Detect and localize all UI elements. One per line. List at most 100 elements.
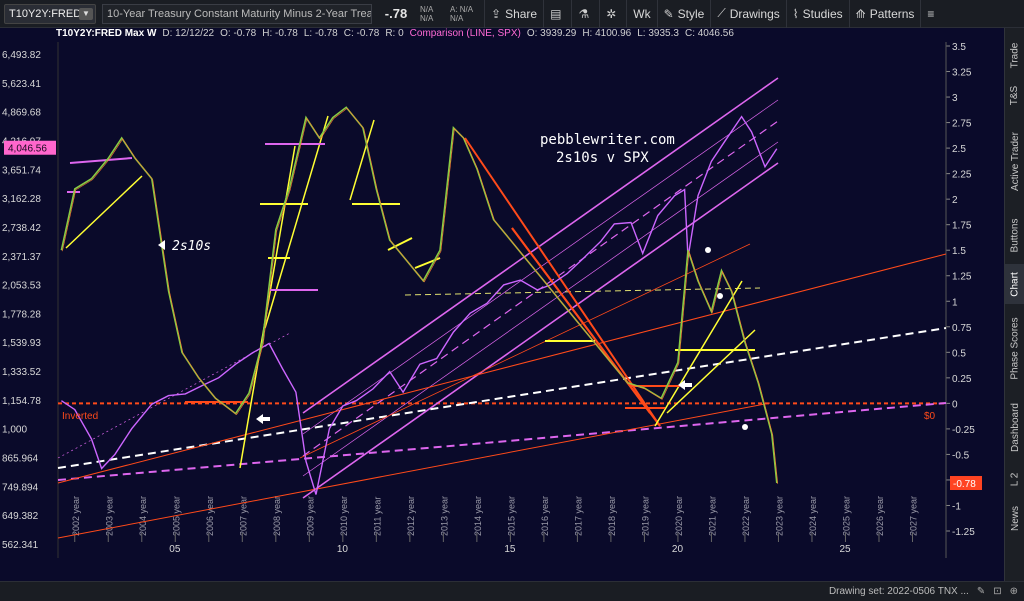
drawings-button[interactable]: ⟋ Drawings [710, 0, 785, 28]
right-axis-tick-label: -0.25 [952, 425, 975, 436]
left-axis-tick-label: 1,154.78 [2, 396, 41, 407]
x-year-label: 2006 year [205, 496, 215, 536]
right-axis-tick-label: 2.75 [952, 119, 972, 130]
right-axis-tick-label: 1.25 [952, 272, 972, 283]
inverted-label: Inverted [62, 411, 98, 422]
x-year-label: 2024 year [808, 496, 818, 536]
sidebar-tab-chart[interactable]: Chart [1005, 264, 1024, 304]
x-year-label: 2018 year [607, 496, 617, 536]
bid-sub: N/A [420, 13, 434, 23]
x-year-label: 2017 year [573, 496, 583, 536]
right-axis-tick-label: 2 [952, 195, 958, 206]
patterns-button[interactable]: ⟰ Patterns [848, 0, 921, 28]
info-date: D: 12/12/22 [162, 28, 215, 39]
last-price: -.78 [384, 6, 408, 21]
ask-sub: N/A [450, 13, 464, 23]
right-axis-tick-label: 3.5 [952, 42, 966, 53]
x-year-label: 2015 year [506, 496, 516, 536]
sidebar-tab-dashboard[interactable]: Dashboard [1005, 394, 1024, 460]
right-axis-tick-label: 3.25 [952, 68, 972, 79]
more-button[interactable]: ≡ [920, 0, 944, 28]
x-year-label: 2025 year [841, 496, 851, 536]
sidebar-tab-l2[interactable]: L 2 [1005, 464, 1024, 494]
comparison-label[interactable]: Comparison (LINE, SPX) [410, 28, 521, 42]
x-year-label: 2019 year [640, 496, 650, 536]
x-year-label: 2026 year [875, 496, 885, 536]
sidebar-tab-trade[interactable]: Trade [1005, 34, 1024, 76]
x-year-label: 2004 year [138, 496, 148, 536]
zoom-icon[interactable]: ⊕ [1010, 586, 1018, 597]
sidebar-tab-news[interactable]: News [1005, 498, 1024, 538]
x-year-label: 2027 year [908, 496, 918, 536]
x-axis-bottom-label: 15 [504, 544, 516, 555]
interval-button[interactable]: Wk [626, 0, 656, 28]
flask-button[interactable]: ⚗ [571, 0, 599, 28]
x-year-label: 2023 year [774, 496, 784, 536]
studies-button[interactable]: ⌇ Studies [785, 0, 849, 28]
bid-info: N/A N/A [420, 5, 446, 23]
sidebar-tab-label: Trade [1009, 42, 1021, 68]
left-axis-tick-label: 6,493.82 [2, 50, 41, 61]
right-axis-tick-label: 1.75 [952, 221, 972, 232]
sidebar-tab-active-trader[interactable]: Active Trader [1005, 116, 1024, 206]
status-bar: Drawing set: 2022-0506 TNX ... ✎ ⊡ ⊕ [0, 581, 1024, 601]
left-axis-tick-label: 5,623.41 [2, 79, 41, 90]
x-year-label: 2016 year [540, 496, 550, 536]
comp-high: H: 4100.96 [582, 28, 632, 39]
left-axis-tick-label: 2,371.37 [2, 252, 41, 263]
settings-button[interactable]: ✲ [599, 0, 626, 28]
notes-icon: ▤ [550, 6, 562, 21]
left-axis-tick-label: 4,869.68 [2, 108, 41, 119]
comp-open: O: 3939.29 [526, 28, 577, 39]
x-year-label: 2002 year [71, 496, 81, 536]
right-axis-tick-label: 0 [952, 399, 958, 410]
zero-dollar-label: $0 [924, 411, 936, 422]
lock-icon[interactable]: ⊡ [993, 586, 1001, 597]
price-badge-left-text: 4,046.56 [8, 144, 47, 155]
sidebar-tab-ts[interactable]: T&S [1005, 78, 1024, 112]
left-axis-tick-label: 1,539.93 [2, 338, 41, 349]
drawing-set-label[interactable]: Drawing set: 2022-0506 TNX ... [829, 586, 969, 597]
sidebar-tab-buttons[interactable]: Buttons [1005, 210, 1024, 260]
left-axis-tick-label: 865.964 [2, 454, 39, 465]
symbol-input[interactable]: T10Y2Y:FRED ▼ [4, 3, 96, 24]
drawings-status-icon[interactable]: ✎ [977, 586, 985, 597]
sidebar-tab-phase-scores[interactable]: Phase Scores [1005, 308, 1024, 388]
right-axis-tick-label: -1.25 [952, 527, 975, 538]
sidebar-tab-label: Chart [1009, 271, 1021, 297]
x-year-label: 2013 year [439, 496, 449, 536]
right-axis-tick-label: 2.5 [952, 144, 966, 155]
x-axis-bottom-label: 20 [672, 544, 684, 555]
gear-icon: ✲ [606, 6, 617, 21]
right-axis-tick-label: 1.5 [952, 246, 966, 257]
right-axis-tick-label: 0.75 [952, 323, 972, 334]
symbol-description: 10-Year Treasury Constant Maturity Minus… [102, 3, 372, 24]
studies-icon: ⌇ [792, 6, 799, 21]
share-button[interactable]: ⇪ Share [484, 0, 543, 28]
sliders-icon: ≡ [927, 6, 935, 21]
chevron-down-icon[interactable]: ▼ [79, 7, 93, 20]
right-axis-tick-label: 0.5 [952, 348, 966, 359]
right-sidebar: Trade T&S Active Trader Buttons Chart Ph… [1004, 28, 1024, 581]
info-r: R: 0 [385, 28, 404, 39]
x-year-label: 2022 year [741, 496, 751, 536]
info-low: L: -0.78 [303, 28, 338, 39]
right-axis-tick-label: -1 [952, 501, 961, 512]
marker-dot [705, 247, 711, 253]
style-button[interactable]: ✎ Style [656, 0, 711, 28]
sidebar-tab-label: Buttons [1009, 218, 1021, 252]
interval-label: Wk [633, 6, 651, 21]
right-axis-tick-label: 3 [952, 93, 958, 104]
sidebar-tab-label: Active Trader [1009, 131, 1021, 191]
notes-button[interactable]: ▤ [543, 0, 571, 28]
marker-dot [742, 424, 748, 430]
price-chart[interactable]: 6,493.825,623.414,869.684,216.973,651.74… [0, 28, 1004, 581]
right-axis-tick-label: 0.25 [952, 374, 972, 385]
flask-icon: ⚗ [578, 6, 590, 21]
right-axis-tick-label: -0.5 [952, 450, 970, 461]
comp-low: L: 3935.3 [637, 28, 679, 39]
info-high: H: -0.78 [262, 28, 298, 39]
sidebar-tab-label: Dashboard [1009, 402, 1021, 452]
marker-dot [717, 293, 723, 299]
watermark-subtitle: 2s10s v SPX [556, 150, 649, 166]
